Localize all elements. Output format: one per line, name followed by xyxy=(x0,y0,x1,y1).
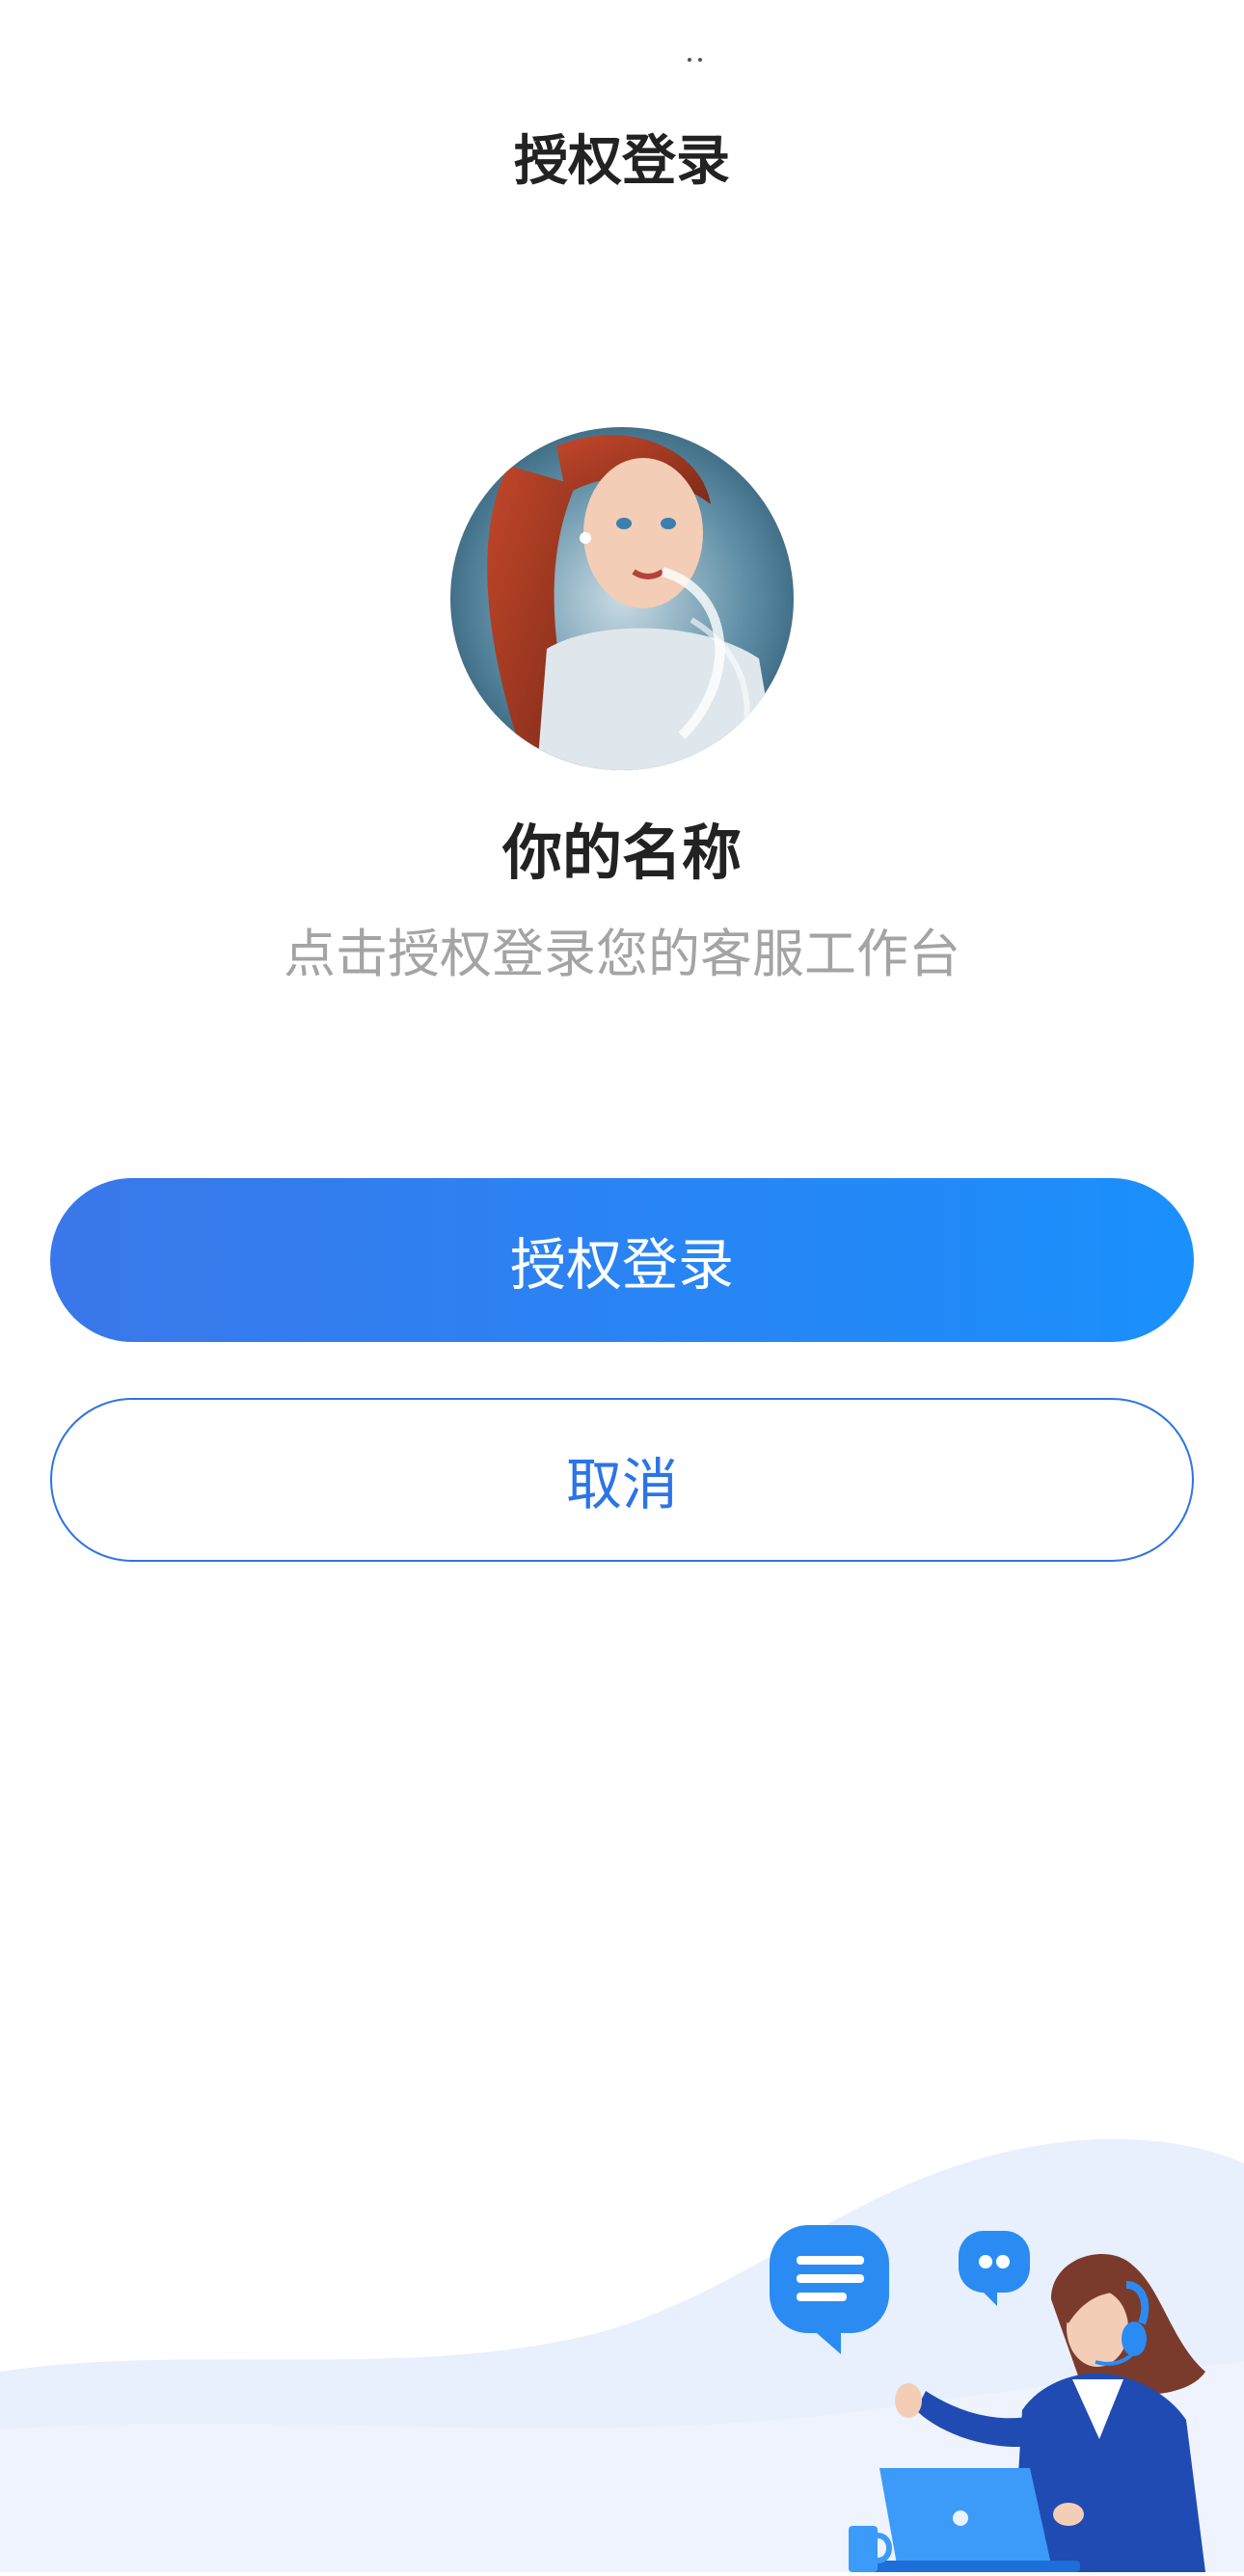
avatar xyxy=(450,427,794,770)
page-title: 授权登录 xyxy=(514,130,730,193)
authorize-login-button[interactable]: 授权登录 xyxy=(50,1178,1194,1342)
user-name: 你的名称 xyxy=(501,818,742,888)
cancel-button[interactable]: 取消 xyxy=(50,1398,1194,1562)
customer-service-illustration xyxy=(0,2121,1244,2572)
login-description: 点击授权登录您的客服工作台 xyxy=(284,924,960,984)
status-indicator xyxy=(687,48,706,62)
